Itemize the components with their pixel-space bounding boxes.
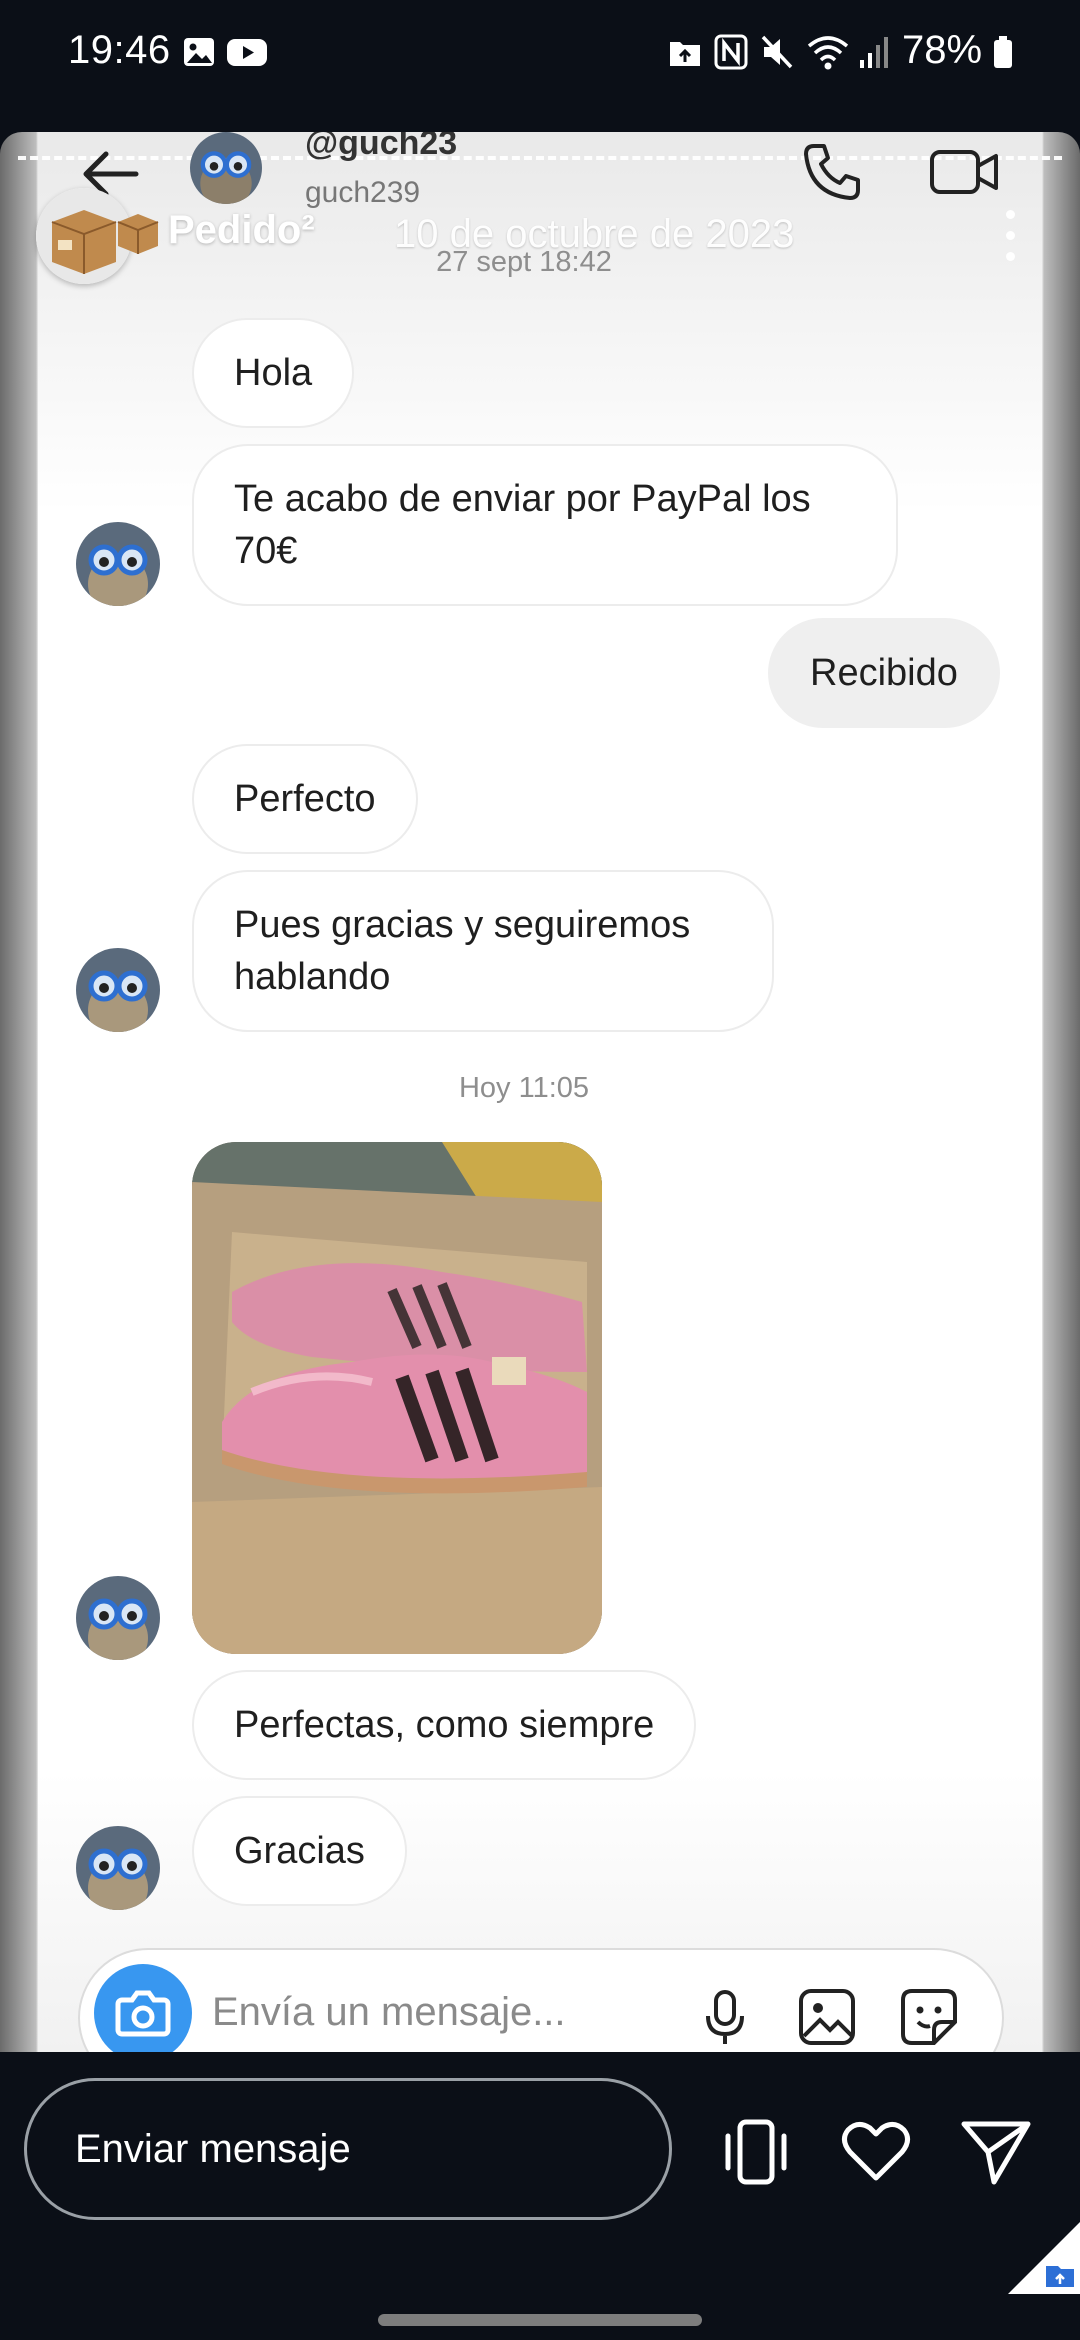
camera-button[interactable] (94, 1964, 192, 2052)
chat-handle: @guch23 (305, 132, 458, 162)
story-card: @guch23 guch239 Pedido² 10 de octubre de… (0, 132, 1080, 2052)
sender-avatar[interactable] (76, 522, 160, 606)
message-text: Perfecto (234, 778, 376, 820)
story-reply-bar: Enviar mensaje (0, 2052, 1080, 2340)
gallery-icon[interactable] (796, 1986, 858, 2048)
send-message-label: Enviar mensaje (75, 2127, 351, 2171)
signal-icon (860, 37, 888, 68)
shared-photo[interactable] (192, 1142, 602, 1654)
phone-icon[interactable] (800, 140, 864, 204)
message-bubble[interactable]: Hola (192, 318, 355, 428)
sender-avatar[interactable] (76, 1826, 160, 1910)
send-message-field[interactable]: Enviar mensaje (24, 2078, 672, 2220)
phone-outline-icon[interactable] (718, 2114, 794, 2190)
chat-timestamp: Hoy 11:05 (458, 1072, 590, 1104)
message-text: Te acabo de enviar por PayPal los 70€ (234, 478, 811, 572)
chat-timestamp: 27 sept 18:42 (436, 246, 612, 278)
battery-icon (994, 36, 1012, 68)
youtube-notification-icon (227, 39, 267, 66)
message-text: Perfectas, como siempre (234, 1704, 655, 1746)
message-bubble[interactable]: Te acabo de enviar por PayPal los 70€ (192, 444, 898, 606)
corner-upload-icon (1008, 2222, 1080, 2294)
status-bar: 19:46 78% (0, 0, 1080, 105)
message-input-placeholder[interactable]: Envía un mensaje... (212, 1990, 566, 2035)
heart-icon[interactable] (838, 2114, 914, 2190)
message-bubble-own[interactable]: Recibido (768, 618, 1000, 728)
upload-notification-icon (670, 42, 700, 66)
sender-avatar[interactable] (76, 1576, 160, 1660)
message-composer[interactable]: Envía un mensaje... (78, 1948, 1004, 2052)
send-icon[interactable] (958, 2114, 1034, 2190)
message-bubble[interactable]: Pues gracias y seguiremos hablando (192, 870, 774, 1032)
message-bubble[interactable]: Perfectas, como siempre (192, 1670, 697, 1780)
status-time: 19:46 (68, 28, 171, 72)
sticker-icon[interactable] (898, 1986, 960, 2048)
wifi-icon (807, 36, 849, 70)
message-bubble[interactable]: Gracias (192, 1796, 407, 1906)
sender-avatar[interactable] (76, 948, 160, 1032)
message-text: Hola (234, 352, 313, 394)
microphone-icon[interactable] (694, 1986, 756, 2048)
camera-icon (115, 1990, 171, 2037)
chat-username: guch239 (305, 176, 421, 209)
header-avatar[interactable] (190, 132, 262, 204)
message-text: Gracias (234, 1830, 365, 1872)
message-bubble[interactable]: Perfecto (192, 744, 418, 854)
video-camera-icon[interactable] (928, 140, 1000, 204)
battery-percent: 78% (902, 28, 983, 72)
nfc-icon (714, 34, 748, 70)
header-divider (18, 156, 1062, 160)
gallery-notification-icon (184, 38, 214, 66)
mute-icon (761, 35, 793, 69)
message-text: Pues gracias y seguiremos hablando (234, 904, 691, 998)
message-text: Recibido (810, 652, 958, 694)
screen: 19:46 78% @guch23 guch239 Pedido² 10 de … (0, 0, 1080, 2340)
home-indicator[interactable] (378, 2314, 702, 2326)
